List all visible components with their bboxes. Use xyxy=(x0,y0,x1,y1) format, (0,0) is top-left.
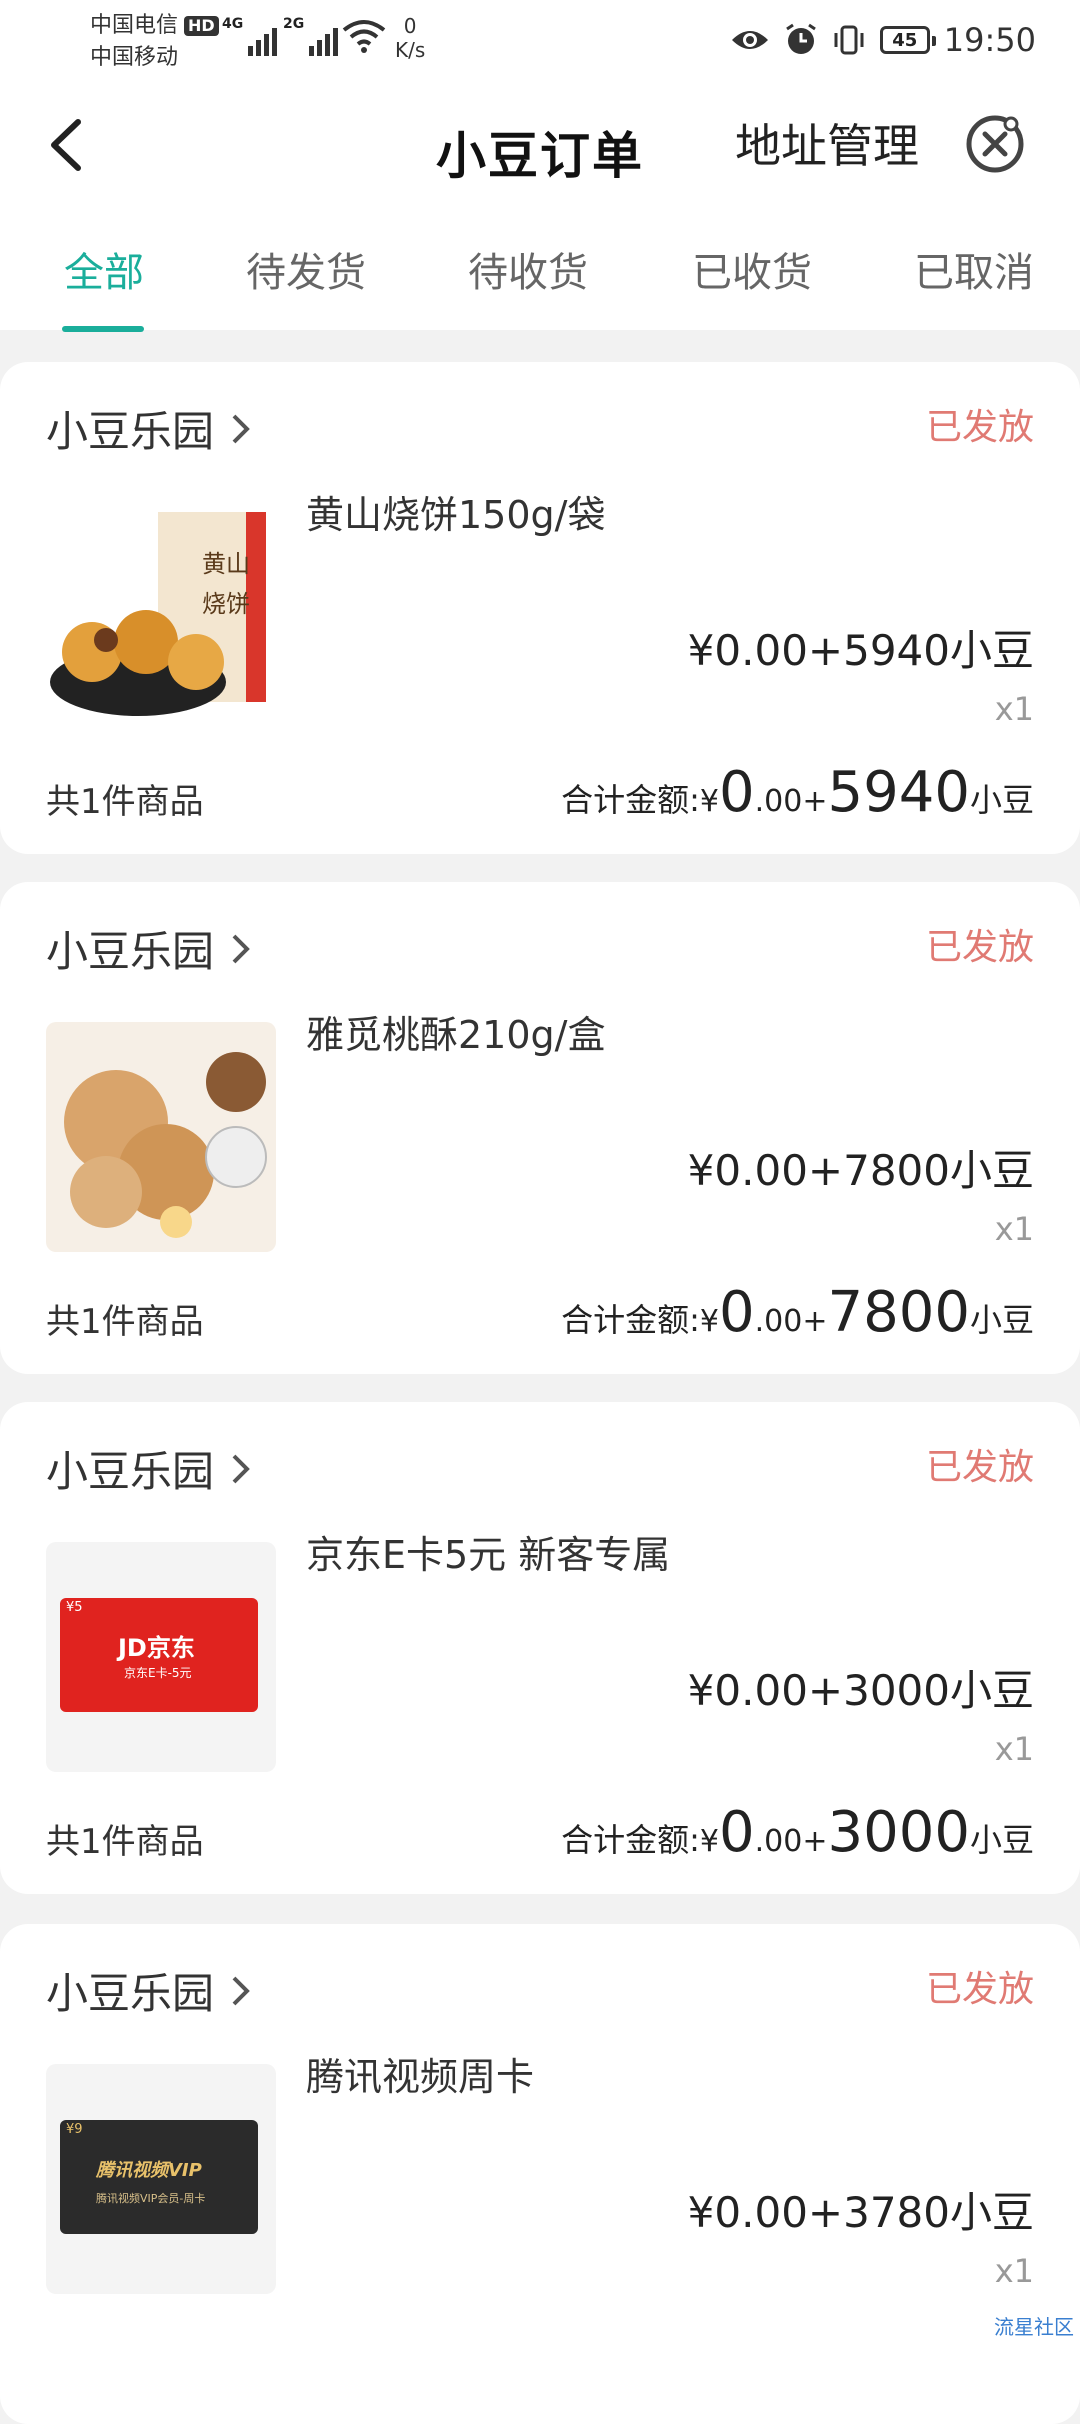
svg-text:烧饼: 烧饼 xyxy=(202,590,250,618)
order-status-tabs: 全部 待发货 待收货 已收货 已取消 xyxy=(0,210,1080,332)
tab-all[interactable]: 全部 xyxy=(64,240,144,298)
carrier-2: 中国移动 xyxy=(90,45,179,70)
product-image[interactable] xyxy=(46,1022,276,1252)
product-image[interactable]: 黄山 烧饼 xyxy=(46,502,276,732)
order-status: 已发放 xyxy=(925,1447,1034,1488)
product-price: ¥0.00+3780小豆 xyxy=(687,2188,1034,2237)
vibrate-icon xyxy=(834,25,864,55)
signal-4g-icon: 4G xyxy=(222,16,278,56)
product-quantity: x1 xyxy=(994,2252,1034,2290)
tab-to-receive[interactable]: 待收货 xyxy=(468,240,588,298)
shop-name: 小豆乐园 xyxy=(46,1969,215,2018)
order-status: 已发放 xyxy=(925,407,1034,448)
chevron-right-icon xyxy=(232,1454,250,1483)
jd-card-graphic: ¥5 JD京东 京东E卡-5元 xyxy=(60,1598,258,1712)
order-card[interactable]: 小豆乐园 已发放 雅觅桃酥210g/盒 ¥0.00+7800小豆 x1 共1件商… xyxy=(0,882,1080,1374)
product-quantity: x1 xyxy=(994,690,1034,728)
order-card[interactable]: 小豆乐园 已发放 黄山 烧饼 黄山烧饼150g/袋 ¥0.00+5940小豆 x… xyxy=(0,362,1080,854)
product-quantity: x1 xyxy=(994,1210,1034,1248)
order-card[interactable]: 小豆乐园 已发放 ¥9 腾讯视频VIP 腾讯视频VIP会员-周卡 腾讯视频周卡 … xyxy=(0,1924,1080,2424)
product-image[interactable]: ¥5 JD京东 京东E卡-5元 xyxy=(46,1542,276,1772)
carrier-info: 中国电信 HD 中国移动 xyxy=(90,10,219,74)
signal-2g-icon: 2G xyxy=(283,16,339,56)
shop-name: 小豆乐园 xyxy=(46,927,215,976)
product-price: ¥0.00+3000小豆 xyxy=(687,1666,1034,1715)
tab-received[interactable]: 已收货 xyxy=(692,240,812,298)
chevron-right-icon xyxy=(232,414,250,443)
shop-name: 小豆乐园 xyxy=(46,407,215,456)
watermark: 流星社区 xyxy=(988,2311,1080,2340)
carrier-1: 中国电信 xyxy=(90,13,179,38)
product-quantity: x1 xyxy=(994,1730,1034,1768)
shop-link[interactable]: 小豆乐园 xyxy=(46,1438,252,1499)
active-tab-indicator xyxy=(62,326,144,332)
item-count: 共1件商品 xyxy=(46,782,204,822)
order-total: 合计金额: ¥ 0 .00+ 5940 小豆 xyxy=(561,760,1034,825)
shop-link[interactable]: 小豆乐园 xyxy=(46,1960,252,2021)
tencent-video-card-graphic: ¥9 腾讯视频VIP 腾讯视频VIP会员-周卡 xyxy=(60,2120,258,2234)
shop-name: 小豆乐园 xyxy=(46,1447,215,1496)
item-count: 共1件商品 xyxy=(46,1302,204,1342)
product-price: ¥0.00+7800小豆 xyxy=(687,1146,1034,1195)
network-speed: 0 K/s xyxy=(395,14,426,62)
product-name: 腾讯视频周卡 xyxy=(306,2055,535,2099)
product-name: 黄山烧饼150g/袋 xyxy=(306,493,606,537)
alarm-icon xyxy=(785,23,816,54)
close-miniprogram-icon[interactable] xyxy=(963,112,1027,176)
top-navigation-bar: 小豆订单 地址管理 xyxy=(0,80,1080,210)
order-total: 合计金额: ¥ 0 .00+ 7800 小豆 xyxy=(561,1280,1034,1345)
eye-icon xyxy=(731,31,768,49)
order-total: 合计金额: ¥ 0 .00+ 3000 小豆 xyxy=(561,1800,1034,1865)
shop-link[interactable]: 小豆乐园 xyxy=(46,918,252,979)
item-count: 共1件商品 xyxy=(46,1822,204,1862)
tab-cancelled[interactable]: 已取消 xyxy=(914,240,1034,298)
product-image[interactable]: ¥9 腾讯视频VIP 腾讯视频VIP会员-周卡 xyxy=(46,2064,276,2294)
shop-link[interactable]: 小豆乐园 xyxy=(46,398,252,459)
status-bar: 中国电信 HD 中国移动 4G 2G 0 K/s 45 19:50 xyxy=(0,0,1080,80)
product-name: 京东E卡5元 新客专属 xyxy=(306,1533,671,1577)
order-card[interactable]: 小豆乐园 已发放 ¥5 JD京东 京东E卡-5元 京东E卡5元 新客专属 ¥0.… xyxy=(0,1402,1080,1894)
order-status: 已发放 xyxy=(925,1969,1034,2010)
clock: 19:50 xyxy=(943,21,1036,59)
hd-badge: HD xyxy=(184,16,219,36)
product-price: ¥0.00+5940小豆 xyxy=(687,626,1034,675)
tab-to-ship[interactable]: 待发货 xyxy=(246,240,366,298)
order-status: 已发放 xyxy=(925,927,1034,968)
product-name: 雅觅桃酥210g/盒 xyxy=(306,1013,606,1057)
battery-icon: 45 xyxy=(879,26,936,54)
chevron-right-icon xyxy=(232,1976,250,2005)
svg-text:黄山: 黄山 xyxy=(202,550,250,578)
address-management-link[interactable]: 地址管理 xyxy=(735,110,919,176)
wifi-icon xyxy=(342,20,386,53)
chevron-right-icon xyxy=(232,934,250,963)
